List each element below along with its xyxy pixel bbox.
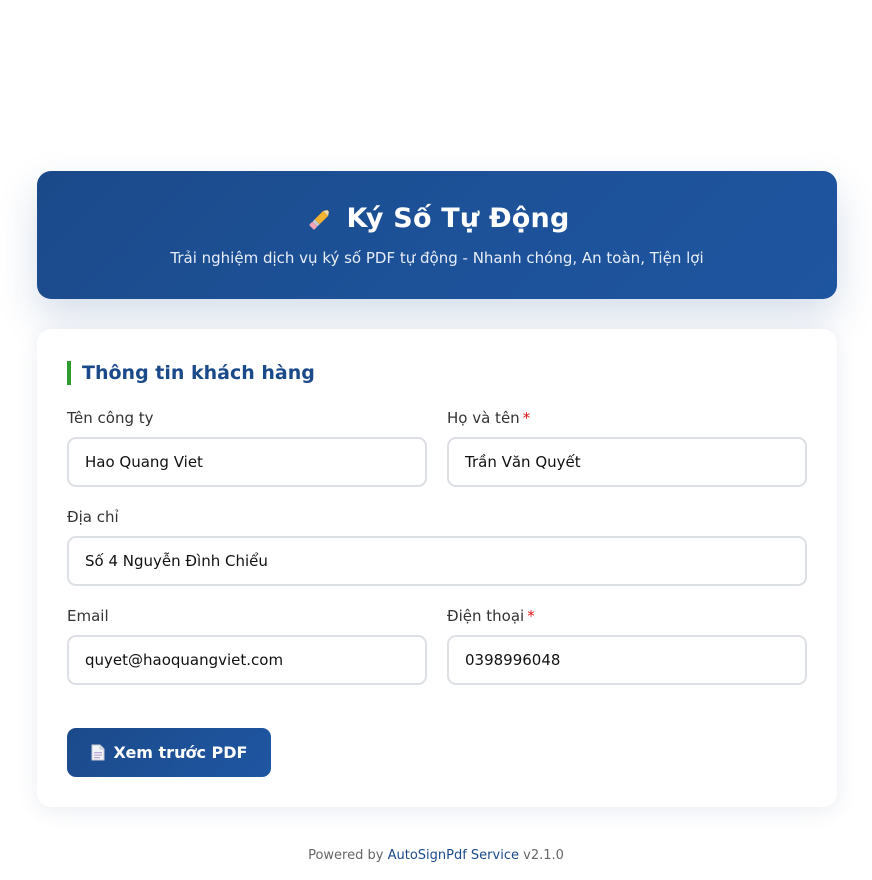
- email-field: Email: [67, 606, 427, 685]
- required-mark: *: [522, 409, 531, 427]
- footer-brand-link[interactable]: AutoSignPdf Service: [388, 848, 519, 863]
- address-input[interactable]: [67, 536, 807, 586]
- fullname-input[interactable]: [447, 437, 807, 487]
- required-mark: *: [527, 607, 535, 625]
- email-input[interactable]: [67, 635, 427, 685]
- company-label: Tên công ty: [67, 409, 154, 427]
- app-title: Ký Số Tự Động: [346, 203, 570, 234]
- pen-icon: [305, 204, 335, 234]
- section-title: Thông tin khách hàng: [67, 361, 315, 385]
- app-subtitle: Trải nghiệm dịch vụ ký số PDF tự động - …: [170, 249, 704, 267]
- footer-version: v2.1.0: [523, 848, 564, 863]
- document-icon: [91, 744, 105, 761]
- footer: Powered by AutoSignPdf Service v2.1.0: [0, 848, 872, 863]
- preview-pdf-label: Xem trước PDF: [113, 743, 248, 762]
- header-banner: Ký Số Tự Động Trải nghiệm dịch vụ ký số …: [37, 171, 837, 299]
- fullname-label: Họ và tên: [447, 409, 520, 427]
- footer-prefix: Powered by: [308, 848, 384, 863]
- app-title-row: Ký Số Tự Động: [37, 203, 837, 234]
- phone-field: Điện thoại *: [447, 606, 807, 685]
- fullname-field: Họ và tên *: [447, 408, 807, 487]
- address-field: Địa chỉ: [67, 507, 807, 586]
- customer-form-card: Thông tin khách hàng Tên công ty Họ và t…: [37, 329, 837, 807]
- preview-pdf-button[interactable]: Xem trước PDF: [67, 728, 271, 777]
- company-field: Tên công ty: [67, 408, 427, 487]
- address-label: Địa chỉ: [67, 508, 119, 526]
- company-input[interactable]: [67, 437, 427, 487]
- email-label: Email: [67, 607, 109, 625]
- phone-label: Điện thoại: [447, 607, 525, 625]
- phone-input[interactable]: [447, 635, 807, 685]
